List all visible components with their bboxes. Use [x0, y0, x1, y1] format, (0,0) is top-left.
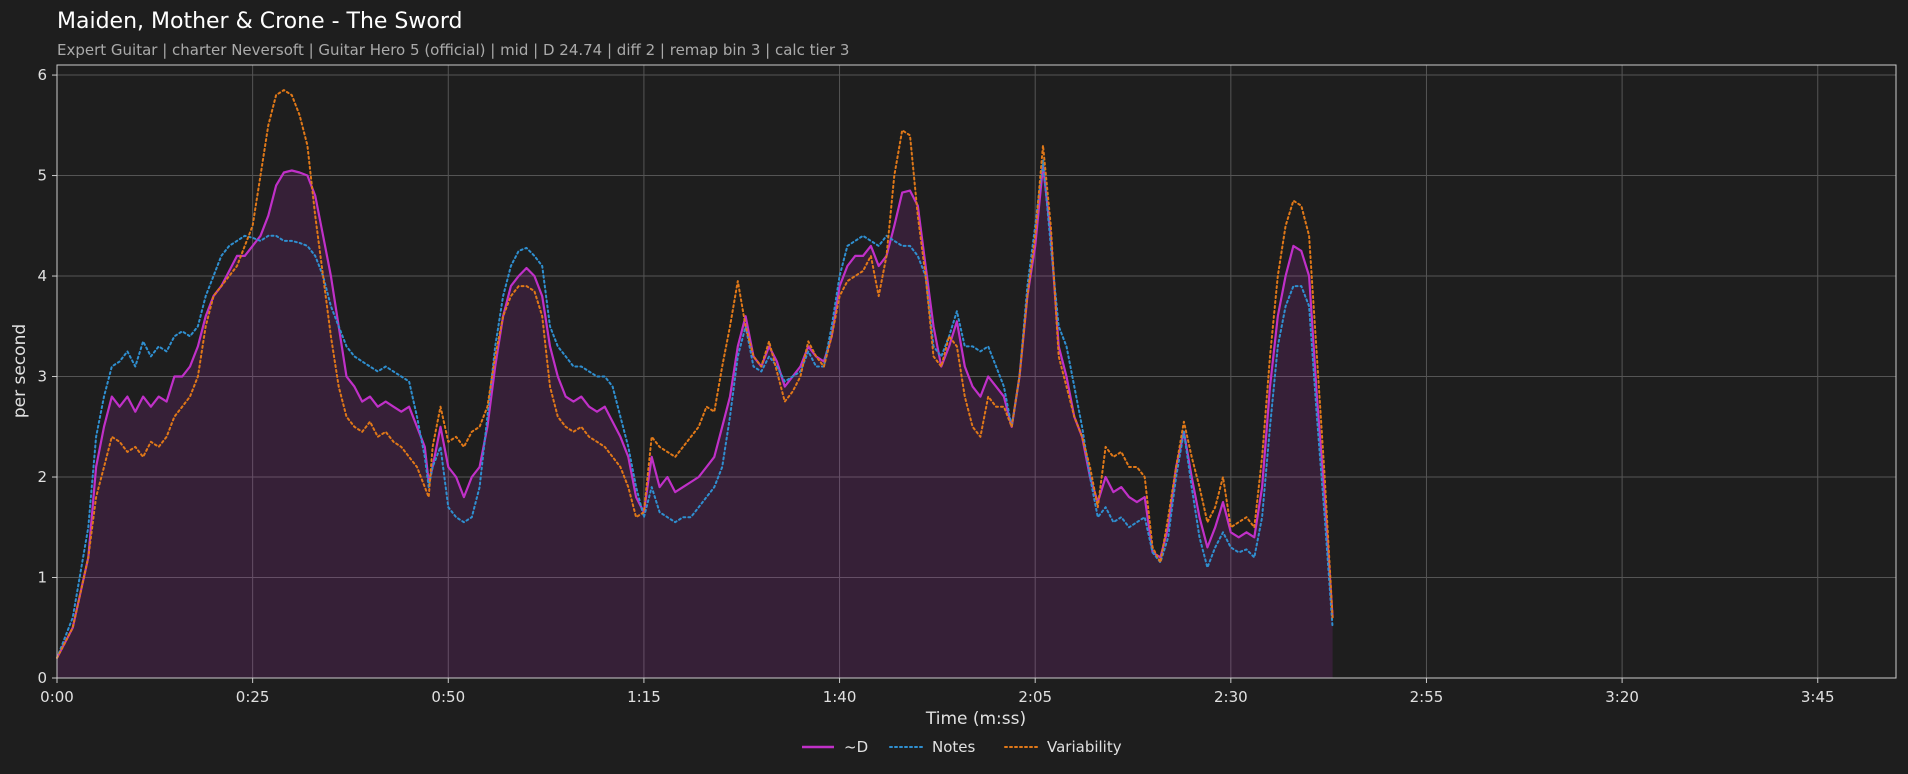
x-axis-label: Time (m:ss) [925, 709, 1026, 729]
x-tick-label: 0:00 [40, 688, 74, 706]
x-tick-label: 1:40 [823, 688, 857, 706]
y-axis-ticks: 0 1 2 3 4 5 6 [37, 66, 57, 687]
x-tick-label: 2:30 [1214, 688, 1248, 706]
chart-title: Maiden, Mother & Crone - The Sword [57, 9, 462, 34]
series-fill-area [57, 165, 1333, 678]
chart-subtitle: Expert Guitar | charter Neversoft | Guit… [57, 41, 849, 59]
y-axis-label: per second [10, 324, 30, 418]
y-tick-label: 1 [37, 569, 47, 587]
x-tick-label: 1:15 [627, 688, 661, 706]
x-tick-label: 0:50 [431, 688, 465, 706]
legend-label: ~D [844, 738, 868, 756]
legend-label: Variability [1047, 738, 1122, 756]
chart: Maiden, Mother & Crone - The Sword Exper… [10, 9, 1897, 756]
series-fill [57, 165, 1333, 678]
legend-label: Notes [932, 738, 976, 756]
chart-container: Maiden, Mother & Crone - The Sword Exper… [0, 0, 1908, 774]
y-tick-label: 4 [37, 267, 47, 285]
x-tick-label: 0:25 [236, 688, 270, 706]
y-tick-label: 2 [37, 468, 47, 486]
x-axis-ticks: 0:00 0:25 0:50 1:15 1:40 2:05 2:30 2:55 3:20 3:45 [40, 678, 1835, 706]
x-tick-label: 3:20 [1605, 688, 1639, 706]
y-tick-label: 3 [37, 368, 47, 386]
y-tick-label: 6 [37, 66, 47, 84]
y-tick-label: 0 [37, 669, 47, 687]
legend: ~D Notes Variability [802, 738, 1122, 756]
x-tick-label: 2:55 [1410, 688, 1444, 706]
y-tick-label: 5 [37, 167, 47, 185]
x-tick-label: 2:05 [1018, 688, 1052, 706]
x-tick-label: 3:45 [1801, 688, 1835, 706]
